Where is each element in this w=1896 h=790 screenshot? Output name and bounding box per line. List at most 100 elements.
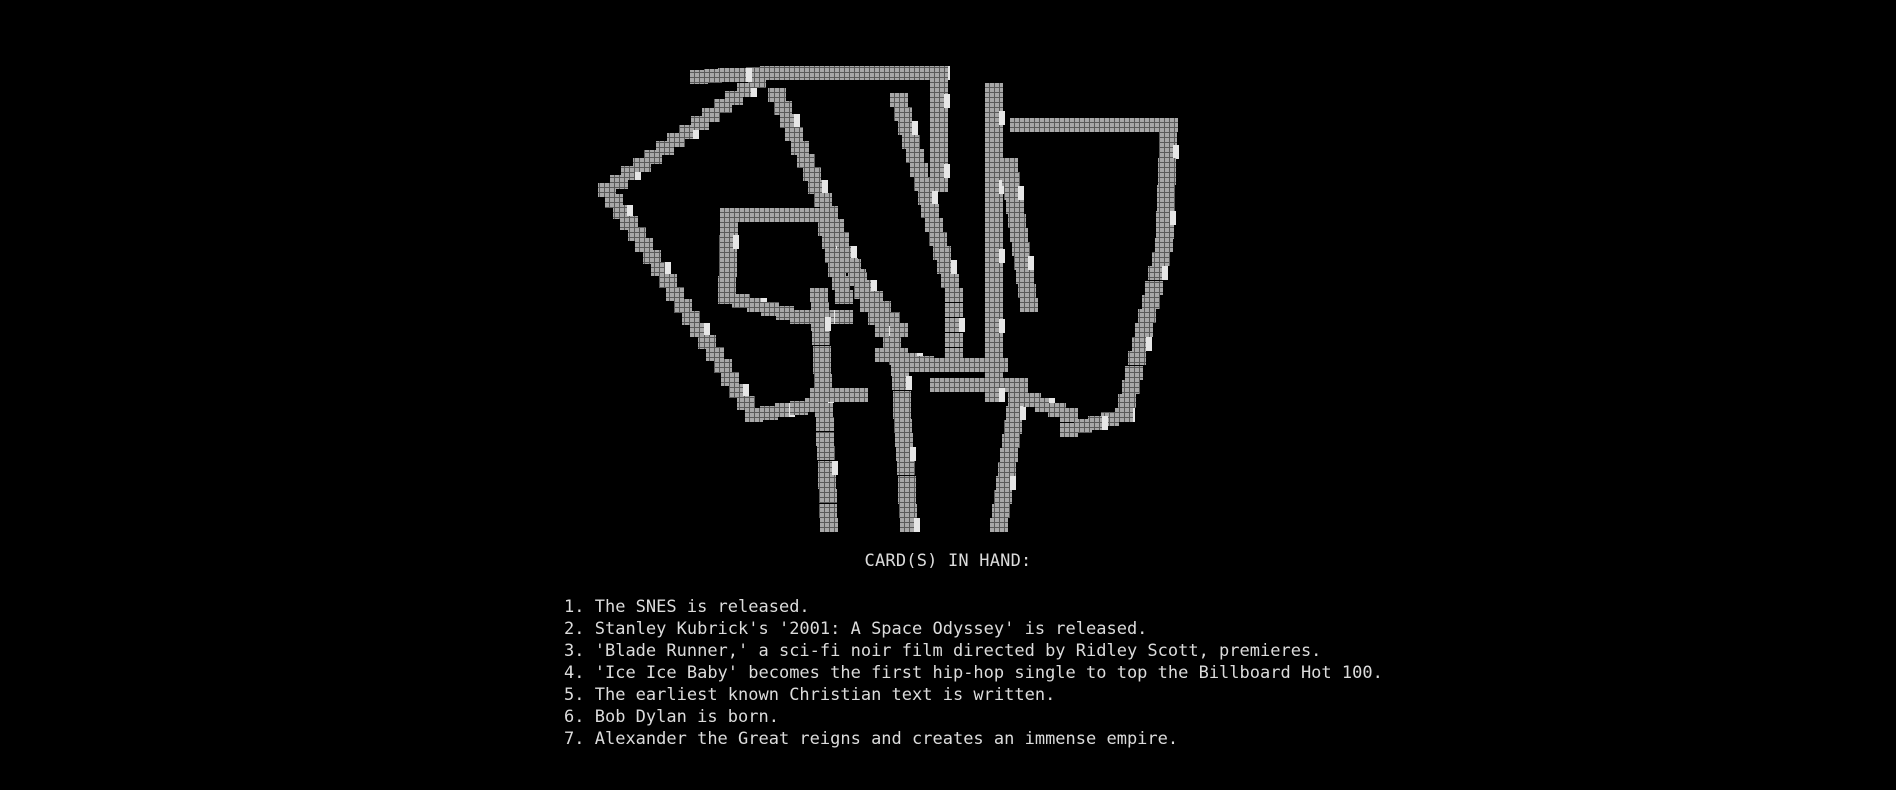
art-block (1152, 252, 1170, 266)
art-block (720, 222, 738, 236)
art-block (1002, 172, 1020, 186)
art-block (813, 346, 831, 360)
art-block (1028, 256, 1034, 270)
art-block (698, 335, 716, 349)
art-block (883, 336, 901, 350)
art-block (985, 83, 1003, 97)
card-text: Bob Dylan is born. (594, 707, 779, 727)
card-text: Stanley Kubrick's '2001: A Space Odyssey… (594, 619, 1148, 639)
card-list: 1. The SNES is released. 2. Stanley Kubri… (564, 596, 1383, 750)
art-block (835, 290, 853, 304)
art-block (985, 374, 1003, 388)
art-block (894, 107, 912, 121)
art-block (1060, 408, 1078, 422)
art-block (930, 108, 948, 122)
card-item: 3. 'Blade Runner,' a sci-fi noir film di… (564, 640, 1383, 662)
card-number: 3. (564, 641, 585, 661)
art-block (893, 405, 911, 419)
card-item: 2. Stanley Kubrick's '2001: A Space Odys… (564, 618, 1383, 640)
card-text: Alexander the Great reigns and creates a… (594, 729, 1179, 749)
art-block (951, 260, 957, 274)
art-block (1146, 337, 1152, 351)
art-block (985, 360, 1003, 374)
art-block (1155, 238, 1173, 252)
art-block (1060, 423, 1078, 437)
art-block (812, 331, 830, 345)
art-block (902, 135, 920, 149)
art-block (659, 274, 677, 288)
art-block (719, 249, 737, 263)
art-block (1162, 266, 1168, 280)
art-block (1142, 295, 1160, 309)
art-block (746, 68, 752, 82)
art-block (945, 303, 963, 317)
art-block (932, 191, 938, 205)
card-item: 4. 'Ice Ice Baby' becomes the first hip-… (564, 662, 1383, 684)
art-block (914, 177, 932, 191)
art-block (835, 310, 853, 324)
art-block (791, 141, 809, 155)
art-block (895, 433, 913, 447)
card-number: 2. (564, 619, 585, 639)
card-text: The earliest known Christian text is wri… (594, 685, 1056, 705)
art-block (929, 232, 947, 246)
art-block (944, 94, 950, 108)
art-block (1173, 145, 1179, 159)
art-block (933, 246, 951, 260)
art-block (817, 446, 835, 460)
art-block (985, 333, 1003, 347)
art-block (930, 358, 948, 372)
card-item: 7. Alexander the Great reigns and create… (564, 728, 1383, 750)
card-item: 6. Bob Dylan is born. (564, 706, 1383, 728)
card-item: 5. The earliest known Christian text is … (564, 684, 1383, 706)
art-block (1122, 380, 1140, 394)
art-block (906, 376, 912, 390)
art-block (930, 136, 948, 150)
art-block (999, 319, 1005, 333)
art-block (1010, 476, 1016, 490)
art-block (682, 311, 700, 325)
art-block (1160, 118, 1178, 132)
art-block (1158, 171, 1176, 185)
art-block (1018, 284, 1036, 298)
art-block (899, 504, 917, 518)
art-block (1125, 366, 1143, 380)
art-block (643, 250, 661, 264)
art-block (1008, 214, 1026, 228)
art-block (925, 218, 943, 232)
art-block (894, 419, 912, 433)
art-block (912, 121, 918, 135)
art-block (1157, 185, 1175, 199)
art-block (665, 262, 671, 276)
art-block (985, 125, 1003, 139)
art-block (1102, 416, 1108, 430)
art-block (1012, 242, 1030, 256)
art-block (898, 476, 916, 490)
art-block (768, 88, 786, 102)
art-block (906, 149, 924, 163)
art-block (797, 154, 815, 168)
art-block (1004, 420, 1022, 434)
art-block (1128, 351, 1146, 365)
art-block (985, 97, 1003, 111)
art-block (985, 194, 1003, 208)
art-block (985, 291, 1003, 305)
art-block (721, 372, 739, 386)
art-block (985, 222, 1003, 236)
art-block (706, 347, 724, 361)
card-number: 1. (564, 597, 585, 617)
art-block (718, 276, 736, 290)
art-block (794, 114, 800, 128)
art-block (831, 232, 849, 246)
art-block (910, 447, 916, 461)
art-block (1020, 406, 1026, 420)
art-block (1170, 211, 1176, 225)
art-block (890, 323, 908, 337)
art-block (985, 138, 1003, 152)
art-block (635, 238, 653, 252)
art-block (992, 504, 1010, 518)
art-block (811, 302, 829, 316)
art-block (720, 208, 738, 222)
art-block (985, 346, 1003, 360)
art-block (674, 299, 692, 313)
